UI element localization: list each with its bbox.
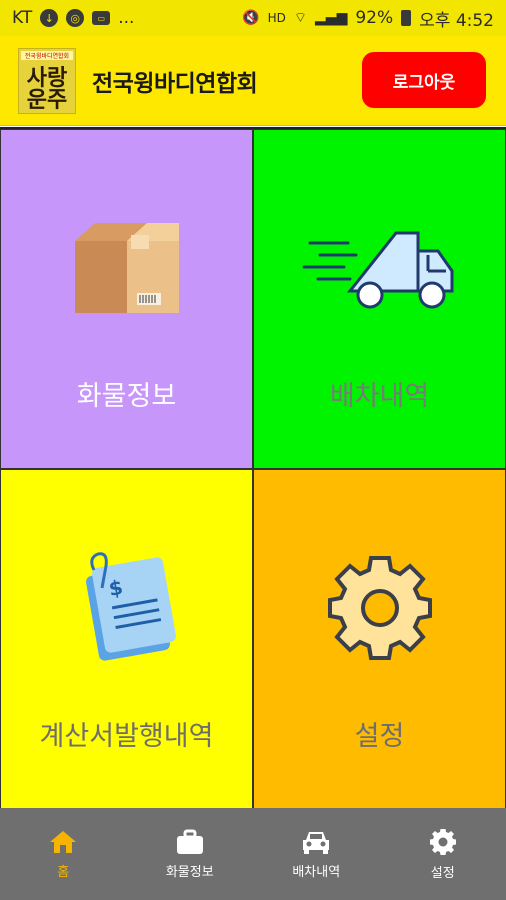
status-right: 🔇 HD ⌔ ▂▄▆ 92% 오후 4:52 — [242, 6, 494, 31]
logo-text: 사랑 운주 — [26, 64, 68, 113]
gear-icon — [429, 828, 456, 855]
battery-percent: 92% — [355, 8, 394, 28]
status-left: KT ↓ ◎ ▭ ... — [12, 8, 134, 28]
logout-button[interactable]: 로그아웃 — [362, 52, 486, 108]
more-notifications: ... — [118, 8, 135, 28]
nav-home[interactable]: 홈 — [0, 808, 127, 900]
clock: 오후 4:52 — [419, 10, 494, 31]
nav-label: 홈 — [57, 864, 70, 880]
box-icon — [47, 208, 207, 328]
org-logo: 전국윙바디연합회 사랑 운주 — [18, 47, 76, 114]
nav-label: 배차내역 — [292, 864, 341, 880]
tile-label: 계산서발행내역 — [39, 721, 214, 752]
status-bar: KT ↓ ◎ ▭ ... 🔇 HD ⌔ ▂▄▆ 92% 오후 4:52 — [0, 0, 506, 36]
tile-label: 화물정보 — [76, 381, 177, 412]
nav-settings[interactable]: 설정 — [380, 808, 506, 900]
invoice-icon: $ — [47, 548, 207, 668]
tile-label: 설정 — [354, 721, 405, 752]
tile-dispatch-history[interactable]: 배차내역 — [253, 129, 506, 469]
tile-cargo-info[interactable]: 화물정보 — [0, 129, 253, 469]
car-icon — [303, 831, 330, 854]
bottom-nav: 홈 화물정보 배차내역 설정 — [0, 808, 506, 900]
nav-dispatch-history[interactable]: 배차내역 — [253, 808, 380, 900]
gear-icon — [300, 548, 460, 668]
sync-icon: ◎ — [66, 9, 85, 27]
mute-icon: 🔇 — [242, 10, 260, 26]
truck-icon — [300, 208, 460, 328]
home-icon — [50, 830, 77, 853]
tile-invoice-history[interactable]: $ 계산서발행내역 — [0, 469, 253, 809]
nav-label: 설정 — [430, 865, 455, 881]
nav-cargo-info[interactable]: 화물정보 — [127, 808, 254, 900]
hd-icon: HD — [267, 11, 286, 25]
carrier-label: KT — [12, 8, 33, 28]
logo-top-text: 전국윙바디연합회 — [21, 50, 73, 60]
nav-label: 화물정보 — [165, 864, 214, 880]
menu-grid: 화물정보 배차내역 $ 계산서발행내역 설정 — [0, 127, 506, 809]
battery-icon — [401, 10, 412, 26]
download-icon: ↓ — [40, 9, 59, 27]
signal-icon: ▂▄▆ — [315, 10, 348, 26]
message-icon: ▭ — [92, 11, 111, 25]
briefcase-icon — [176, 829, 203, 854]
tile-label: 배차내역 — [329, 381, 430, 412]
org-name: 전국윙바디연합회 — [92, 69, 258, 96]
wifi-icon: ⌔ — [293, 10, 308, 26]
tile-settings[interactable]: 설정 — [253, 469, 506, 809]
app-header: 전국윙바디연합회 사랑 운주 전국윙바디연합회 로그아웃 — [0, 36, 506, 126]
